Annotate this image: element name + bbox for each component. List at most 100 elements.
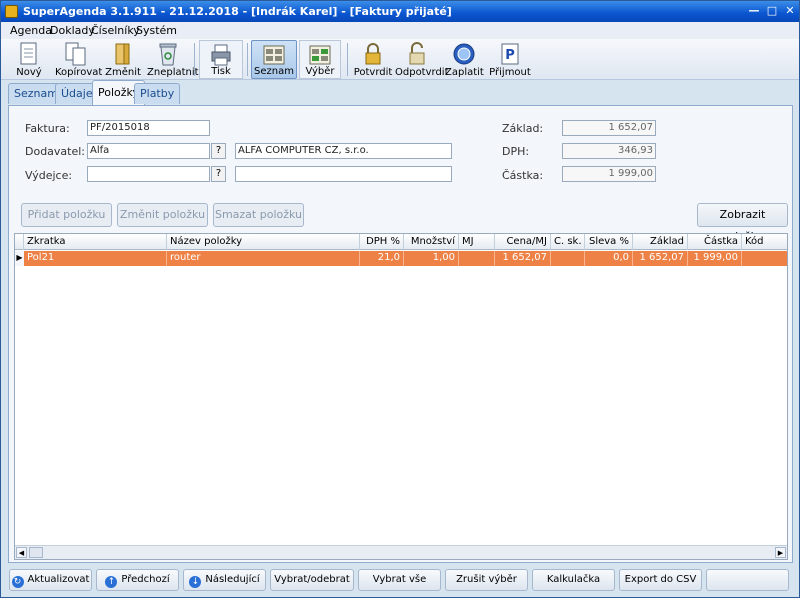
items-grid: Zkratka Název položky DPH % Množství MJ … [14, 233, 788, 560]
new-button[interactable]: Nový [9, 40, 49, 79]
select-toggle-button[interactable]: Vybrat/odebrat [270, 569, 354, 591]
pay-button[interactable]: Zaplatit [445, 40, 484, 79]
unconfirm-button[interactable]: Odpotvrdit [395, 40, 449, 79]
accept-label: Přijmout [489, 67, 531, 78]
header-row-marker [15, 234, 24, 250]
cell-discount[interactable]: 0,0 [585, 251, 633, 266]
select-all-button[interactable]: Vybrat vše [358, 569, 441, 591]
filter-button[interactable]: Výběr [299, 40, 341, 79]
items-panel: Faktura: PF/2015018 Dodavatel: Alfa ? AL… [8, 105, 793, 563]
menu-agenda[interactable]: Agenda [10, 24, 52, 37]
invoice-field[interactable]: PF/2015018 [87, 120, 210, 136]
bottom-action-bar: ↻ Aktualizovat ↑ Předchozí ↓ Následující Vy… [1, 567, 799, 597]
app-window: SuperAgenda 3.1.911 - 21.12.2018 - [Indr… [0, 0, 800, 598]
show-item-button[interactable]: Zobrazit položku [697, 203, 788, 243]
next-button[interactable]: ↓ Následující [183, 569, 266, 591]
edit-button[interactable]: Změnit [105, 40, 141, 79]
cell-vat[interactable]: 21,0 [360, 251, 404, 266]
cell-base[interactable]: 1 652,07 [633, 251, 688, 266]
vat-label: DPH: [502, 145, 530, 158]
confirm-label: Potvrdit [353, 67, 393, 78]
unlock-icon [409, 42, 425, 65]
confirm-button[interactable]: Potvrdit [353, 40, 393, 79]
cell-code2[interactable] [742, 251, 787, 266]
column-header-discount[interactable]: Sleva % [585, 234, 633, 250]
column-header-code[interactable]: Zkratka [24, 234, 167, 250]
accept-button[interactable]: P Přijmout [489, 40, 531, 79]
vat-field: 346,93 [562, 143, 656, 159]
empty-button[interactable] [706, 569, 789, 591]
edit-label: Změnit [105, 67, 141, 78]
column-header-unit-price[interactable]: Cena/MJ [495, 234, 551, 250]
list-view-icon [263, 45, 285, 65]
lock-icon [365, 43, 381, 65]
supplier-name-field[interactable]: ALFA COMPUTER CZ, s.r.o. [235, 143, 452, 159]
scroll-thumb[interactable] [29, 547, 43, 558]
previous-button[interactable]: ↑ Předchozí [96, 569, 179, 591]
column-header-amount[interactable]: Částka [688, 234, 742, 250]
tab-platby[interactable]: Platby [134, 83, 181, 104]
title-bar: SuperAgenda 3.1.911 - 21.12.2018 - [Indr… [1, 1, 799, 22]
refresh-button[interactable]: ↻ Aktualizovat [9, 569, 92, 591]
add-item-button[interactable]: Přidat položku [21, 203, 112, 227]
issuer-name-field[interactable] [235, 166, 452, 182]
column-header-name[interactable]: Název položky [167, 234, 360, 250]
export-csv-button[interactable]: Export do CSV [619, 569, 702, 591]
row-pointer-icon: ▶ [15, 251, 24, 266]
supplier-label: Dodavatel: [25, 145, 86, 158]
new-label: Nový [16, 67, 42, 78]
column-header-warehouse[interactable]: C. sk. [551, 234, 585, 250]
column-header-unit[interactable]: MJ [459, 234, 495, 250]
cell-code[interactable]: Pol21 [24, 251, 167, 266]
folder-icon [115, 43, 130, 65]
pay-label: Zaplatit [445, 67, 484, 78]
app-icon [5, 5, 18, 18]
copy-button[interactable]: Kopírovat [55, 40, 102, 79]
invalidate-button[interactable]: Zneplatnit [147, 40, 199, 79]
refresh-icon: ↻ [11, 576, 24, 588]
toolbar-separator [194, 43, 195, 76]
toolbar-separator [347, 43, 348, 76]
calculator-button[interactable]: Kalkulačka [532, 569, 615, 591]
scroll-right-icon[interactable]: ▶ [775, 547, 786, 558]
menu-ciselniky[interactable]: Číselníky [91, 24, 140, 37]
supplier-code-field[interactable]: Alfa [87, 143, 210, 159]
clear-selection-button[interactable]: Zrušit výběr [445, 569, 528, 591]
maximize-icon[interactable]: □ [764, 4, 780, 18]
column-header-vat[interactable]: DPH % [360, 234, 404, 250]
list-view-button[interactable]: Seznam [251, 40, 297, 79]
print-button[interactable]: Tisk [199, 40, 243, 79]
close-icon[interactable]: ✕ [782, 4, 798, 18]
cell-amount[interactable]: 1 999,00 [688, 251, 742, 266]
list-view-label: Seznam [254, 66, 294, 77]
cell-quantity[interactable]: 1,00 [404, 251, 459, 266]
scroll-left-icon[interactable]: ◀ [16, 547, 27, 558]
document-icon [20, 42, 37, 65]
cell-name[interactable]: router [167, 251, 360, 266]
horizontal-scrollbar[interactable]: ◀ ▶ [15, 545, 787, 559]
toolbar: Nový Kopírovat Změnit Zneplatnit Tisk Se… [1, 39, 799, 80]
issuer-code-field[interactable] [87, 166, 210, 182]
column-header-code2[interactable]: Kód [742, 234, 787, 250]
cell-unit-price[interactable]: 1 652,07 [495, 251, 551, 266]
recycle-bin-icon [159, 43, 177, 66]
cell-unit[interactable] [459, 251, 495, 266]
printer-icon [211, 44, 231, 66]
grid-header: Zkratka Název položky DPH % Množství MJ … [15, 234, 787, 250]
issuer-lookup-button[interactable]: ? [211, 166, 226, 182]
column-header-quantity[interactable]: Množství [404, 234, 459, 250]
menu-system[interactable]: Systém [136, 24, 177, 37]
table-row[interactable]: ▶ Pol21 router 21,0 1,00 1 652,07 0,0 1 … [15, 251, 787, 266]
minimize-icon[interactable]: — [746, 4, 762, 18]
unconfirm-label: Odpotvrdit [395, 67, 449, 78]
menu-doklady[interactable]: Doklady [50, 24, 95, 37]
column-header-base[interactable]: Základ [633, 234, 688, 250]
base-label: Základ: [502, 122, 544, 135]
delete-item-button[interactable]: Smazat položku [213, 203, 304, 227]
toolbar-separator [247, 43, 248, 76]
cell-warehouse[interactable] [551, 251, 585, 266]
print-label: Tisk [211, 66, 231, 77]
edit-item-button[interactable]: Změnit položku [117, 203, 208, 227]
issuer-label: Výdejce: [25, 169, 73, 182]
supplier-lookup-button[interactable]: ? [211, 143, 226, 159]
